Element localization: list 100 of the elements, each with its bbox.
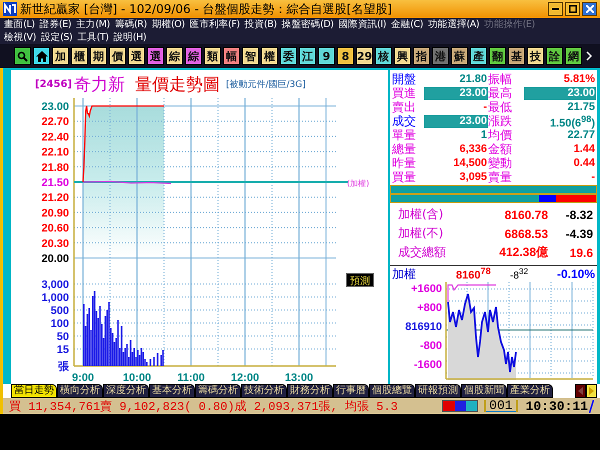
quote-label: 變動 (488, 155, 513, 171)
toolbar-button[interactable]: 櫃 (71, 47, 88, 65)
home-icon (36, 50, 48, 62)
toolbar-button[interactable]: 加 (52, 47, 69, 65)
tab[interactable]: 研報預測 (415, 384, 461, 398)
toolbar-button[interactable]: 權 (261, 47, 278, 65)
axis-label: 9:00 (72, 372, 94, 384)
toolbar-button[interactable]: 技 (527, 47, 544, 65)
tab[interactable]: 技術分析 (241, 384, 287, 398)
tab[interactable]: 籌碼分析 (195, 384, 241, 398)
menu-item[interactable]: 設定(S) (40, 31, 72, 44)
axis-label: 20.30 (41, 238, 69, 250)
toolbar-button[interactable]: 類 (204, 47, 221, 65)
quote-value: 23.00 (424, 87, 488, 100)
clock-time: 10:30:11 (526, 398, 588, 414)
quote-label: 金額 (488, 141, 513, 157)
toolbar-button[interactable]: 網 (565, 47, 582, 65)
menu-item[interactable]: 操盤密碼(D) (282, 18, 334, 31)
index-value: 8160$^{78}$ (456, 266, 492, 282)
search-button[interactable] (14, 47, 31, 65)
axis-label: 1,000 (41, 292, 69, 304)
menu-item[interactable]: 匯市利率(F) (190, 18, 240, 31)
toolbar-button[interactable]: 產 (470, 47, 487, 65)
tab[interactable]: 財務分析 (287, 384, 333, 398)
menu-item[interactable]: 證券(E) (40, 18, 72, 31)
toolbar-button[interactable]: 蘇 (451, 47, 468, 65)
page-field[interactable]: 001 (484, 400, 518, 412)
quote-value: 5.81% (562, 73, 596, 86)
close-button[interactable] (582, 2, 597, 16)
quote-label: 買進 (392, 85, 417, 101)
toolbar-button[interactable]: 9 (318, 47, 335, 65)
toolbar-button[interactable]: 綜 (166, 47, 183, 65)
menu-item[interactable]: 檢視(V) (4, 31, 36, 44)
left-arrow-icon (578, 387, 583, 395)
axis-label: 12:00 (230, 372, 260, 384)
toolbar-button[interactable]: 指 (413, 47, 430, 65)
tab[interactable]: 橫向分析 (57, 384, 103, 398)
axis-label: 50 (56, 331, 69, 343)
tab[interactable]: 個股新聞 (461, 384, 507, 398)
stock-category: [被動元件/國巨/3G] (226, 78, 306, 90)
quote-label: 買量 (392, 169, 417, 186)
right-arrow-icon (589, 387, 594, 395)
quote-label: 單量 (392, 127, 417, 144)
toolbar-button[interactable]: 綜 (185, 47, 202, 65)
scroll-right-button[interactable] (586, 384, 597, 398)
quote-value: 1 (480, 129, 488, 142)
toolbar-button[interactable]: 港 (432, 47, 449, 65)
quote-value: 23.00 (424, 115, 488, 128)
toolbar-button[interactable]: 詮 (546, 47, 563, 65)
axis-label: 100 (50, 318, 69, 330)
quote-value: 23.00 (524, 87, 596, 100)
menu-item[interactable]: 國際資訊(I) (338, 18, 386, 31)
minimize-icon (552, 8, 559, 10)
menu-item[interactable]: 籌碼(R) (114, 18, 147, 31)
toolbar-button[interactable]: 翻 (489, 47, 506, 65)
quote-label: 總量 (392, 141, 417, 158)
toolbar-button[interactable]: 價 (109, 47, 126, 65)
toolbar-button[interactable]: 智 (242, 47, 259, 65)
forecast-button[interactable]: 預測 (346, 273, 374, 287)
menu-item[interactable]: 功能選擇(A) (428, 18, 480, 31)
toolbar-button[interactable]: 基 (508, 47, 525, 65)
quote-value: - (482, 101, 488, 114)
toolbar-button[interactable]: 選 (128, 47, 145, 65)
menu-item[interactable]: 期權(O) (152, 18, 185, 31)
tab[interactable]: 深度分析 (103, 384, 149, 398)
legend-label: (加權) (347, 179, 370, 188)
toolbar-button[interactable]: 期 (90, 47, 107, 65)
toolbar-button[interactable]: 興 (394, 47, 411, 65)
quote-label: 開盤 (392, 71, 417, 88)
toolbar-button[interactable]: 幅 (223, 47, 240, 65)
menu-item[interactable]: 金融(C) (391, 18, 424, 31)
index-label: 成交總額 (398, 244, 447, 261)
quote-value: 0.44 (572, 157, 596, 170)
maximize-button[interactable] (565, 2, 580, 16)
menu-item[interactable]: 主力(M) (76, 18, 110, 31)
toolbar-button[interactable]: 29 (356, 47, 373, 65)
menu-item[interactable]: 投資(B) (244, 18, 277, 31)
axis-label: 22.40 (41, 131, 69, 144)
tab[interactable]: 當日走勢 (11, 384, 57, 398)
toolbar-button[interactable]: 核 (375, 47, 392, 65)
minimize-button[interactable] (548, 2, 563, 16)
tab[interactable]: 個股總覽 (369, 384, 415, 398)
trade-summary: 買 11,354,761賣 9,102,823( 0.80)成 2,093,371張, 均張 5.3 (9, 398, 398, 414)
toolbar-button[interactable]: 8 (337, 47, 354, 65)
axis-label: -1600 (414, 359, 442, 371)
home-button[interactable] (33, 47, 50, 65)
tab[interactable]: 行事曆 (333, 384, 369, 398)
menu-item[interactable]: 工具(T) (77, 31, 109, 44)
axis-label: +1600 (411, 283, 442, 295)
quote-label: 最低 (488, 99, 513, 115)
menu-item[interactable]: 畫面(L) (4, 18, 35, 31)
index-change: -4.39 (566, 226, 593, 240)
toolbar-button[interactable]: 江 (299, 47, 316, 65)
toolbar-button[interactable]: 委 (280, 47, 297, 65)
tab[interactable]: 產業分析 (507, 384, 553, 398)
toolbar-button[interactable]: 選 (147, 47, 164, 65)
menu-item[interactable]: 說明(H) (114, 31, 146, 44)
tab[interactable]: 基本分析 (149, 384, 195, 398)
index-label: 加權 (392, 266, 417, 282)
index-value: 8160.78 (504, 208, 548, 222)
